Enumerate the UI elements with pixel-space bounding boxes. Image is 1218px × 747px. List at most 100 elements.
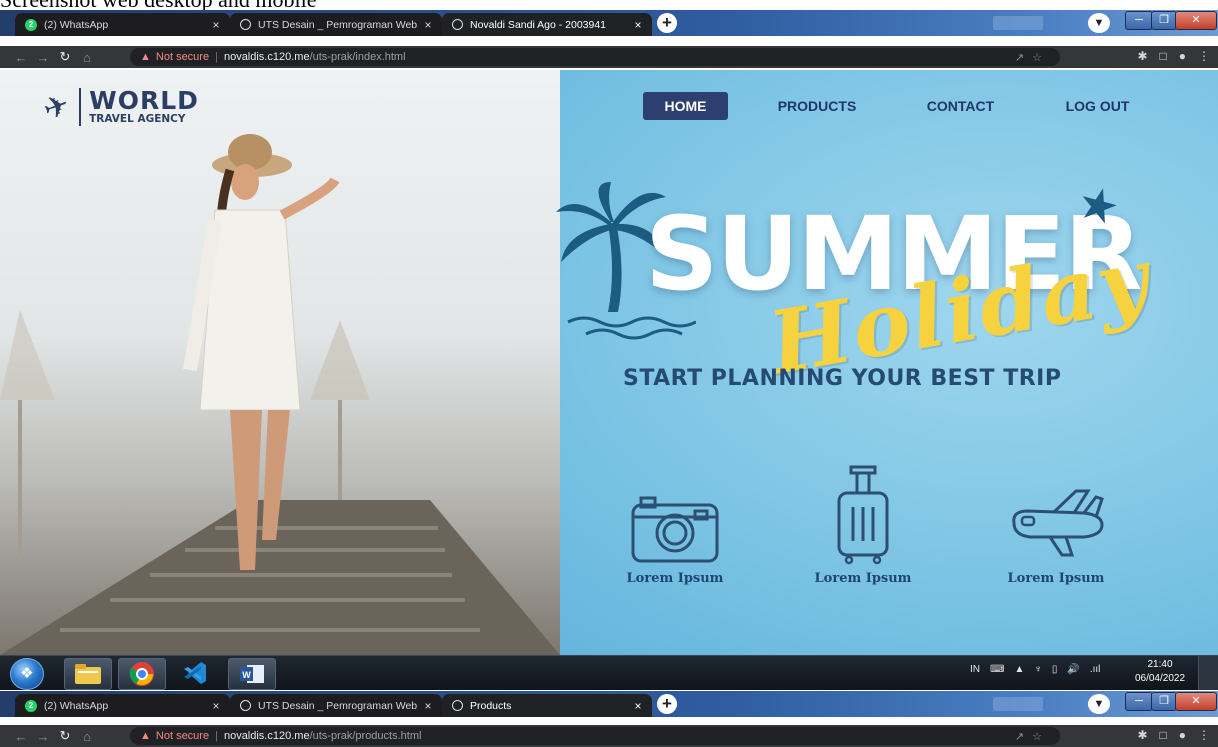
show-desktop-button[interactable]: [1198, 656, 1218, 690]
share-bookmark-icons[interactable]: ↗☆: [1015, 51, 1050, 64]
profile-chip[interactable]: [993, 697, 1043, 711]
new-tab-button[interactable]: +: [657, 13, 677, 33]
language-indicator[interactable]: IN: [970, 664, 980, 675]
clock-date: 06/04/2022: [1134, 673, 1186, 684]
feature-camera[interactable]: Lorem Ipsum: [605, 465, 745, 586]
reload-icon[interactable]: ↻: [54, 49, 76, 65]
beach-woman-illustration: [0, 134, 560, 655]
network-icon[interactable]: ♆: [1034, 664, 1042, 675]
file-explorer-icon[interactable]: [64, 658, 112, 690]
tab-label: (2) WhatsApp: [44, 18, 109, 31]
tab-whatsapp[interactable]: 2 (2) WhatsApp ×: [15, 13, 230, 36]
tab-uts-desain[interactable]: UTS Desain _ Pemrograman Web ×: [230, 13, 442, 36]
clock-time: 21:40: [1147, 659, 1173, 670]
hero-photo: [0, 70, 560, 655]
nav-home[interactable]: HOME: [643, 92, 728, 120]
tab-label: UTS Desain _ Pemrograman Web: [258, 18, 418, 31]
omnibox[interactable]: ▲ Not secure | novaldis.c120.me /uts-pra…: [130, 727, 1060, 745]
camera-icon: [631, 496, 719, 563]
url-host: novaldis.c120.me: [223, 51, 310, 63]
windows-taskbar: ❖ W IN ⌨ ▲ ♆ ▯ 🔊 .ııl 21:40 06/04/2022: [0, 655, 1218, 690]
volume-icon[interactable]: 🔊: [1067, 664, 1079, 675]
tab-products[interactable]: Products ×: [442, 694, 652, 717]
clock[interactable]: 21:40 06/04/2022: [1130, 658, 1190, 686]
vscode-icon[interactable]: [172, 658, 218, 688]
waves-icon: [567, 316, 696, 340]
share-bookmark-icons[interactable]: ↗☆: [1015, 730, 1050, 743]
logo-divider: [79, 88, 82, 126]
tab-label: Products: [470, 699, 512, 712]
start-button[interactable]: ❖: [10, 658, 44, 690]
tab-close-icon[interactable]: ×: [208, 18, 224, 32]
maximize-button[interactable]: ❐: [1151, 692, 1177, 711]
logo-main-text: WORLD: [89, 86, 199, 115]
forward-icon[interactable]: →: [32, 50, 54, 65]
tab-close-icon[interactable]: ×: [420, 699, 436, 713]
tab-close-icon[interactable]: ×: [630, 699, 646, 713]
menu-icon[interactable]: ⋮: [1198, 728, 1210, 742]
globe-icon: [452, 19, 463, 30]
tab-novaldi[interactable]: Novaldi Sandi Ago - 2003941 ×: [442, 13, 652, 36]
tab-close-icon[interactable]: ×: [420, 18, 436, 32]
puzzle-icon[interactable]: ✱: [1137, 49, 1147, 63]
forward-icon[interactable]: →: [32, 729, 54, 744]
signal-icon[interactable]: .ııl: [1090, 664, 1101, 675]
chrome-icon[interactable]: [118, 658, 166, 690]
nav-contact[interactable]: CONTACT: [918, 92, 1003, 120]
maximize-button[interactable]: ❐: [1151, 11, 1177, 30]
tagline: START PLANNING YOUR BEST TRIP: [623, 366, 1062, 391]
back-icon[interactable]: ←: [10, 729, 32, 744]
home-icon[interactable]: ⌂: [76, 729, 98, 744]
feature-label: Lorem Ipsum: [626, 571, 724, 586]
tab-label: UTS Desain _ Pemrograman Web: [258, 699, 418, 712]
web-page: ✈ WORLD TRAVEL AGENCY HOME PRODUCTS CONT…: [0, 70, 1218, 655]
extension-toolbar: ✱ □ ● ⋮: [1137, 49, 1210, 63]
globe-icon: [240, 19, 251, 30]
back-icon[interactable]: ←: [10, 50, 32, 65]
tab-label: (2) WhatsApp: [44, 699, 109, 712]
warning-icon: ▲: [140, 51, 151, 63]
whatsapp-icon: 2: [25, 699, 37, 712]
home-icon[interactable]: ⌂: [76, 50, 98, 65]
whatsapp-icon: 2: [25, 18, 37, 31]
sidepanel-icon[interactable]: □: [1160, 728, 1167, 742]
close-window-button[interactable]: ✕: [1175, 11, 1217, 30]
close-window-button[interactable]: ✕: [1175, 692, 1217, 711]
omnibox-separator: |: [215, 51, 218, 63]
tab-whatsapp[interactable]: 2 (2) WhatsApp ×: [15, 694, 230, 717]
url-path: /uts-prak/products.html: [309, 730, 422, 742]
nav-logout[interactable]: LOG OUT: [1055, 92, 1140, 120]
reload-icon[interactable]: ↻: [54, 728, 76, 744]
avatar[interactable]: ●: [1179, 728, 1186, 742]
address-toolbar-2: ← → ↻ ⌂ ▲ Not secure | novaldis.c120.me …: [0, 725, 1218, 747]
new-tab-button[interactable]: +: [657, 694, 677, 714]
sidepanel-icon[interactable]: □: [1160, 49, 1167, 63]
menu-icon[interactable]: ⋮: [1198, 49, 1210, 63]
minimize-button[interactable]: ─: [1125, 11, 1153, 30]
url-path: /uts-prak/index.html: [309, 51, 406, 63]
logo[interactable]: ✈ WORLD TRAVEL AGENCY: [39, 86, 199, 127]
svg-text:W: W: [242, 670, 251, 680]
logo-sub-text: TRAVEL AGENCY: [89, 113, 186, 125]
tab-label: Novaldi Sandi Ago - 2003941: [470, 18, 607, 31]
omnibox[interactable]: ▲ Not secure | novaldis.c120.me /uts-pra…: [130, 48, 1060, 66]
feature-airplane[interactable]: Lorem Ipsum: [986, 465, 1126, 586]
puzzle-icon[interactable]: ✱: [1137, 728, 1147, 742]
tab-search-icon[interactable]: ▼: [1088, 694, 1110, 714]
airplane-logo-icon: ✈: [39, 87, 75, 127]
tab-close-icon[interactable]: ×: [630, 18, 646, 32]
keyboard-icon[interactable]: ⌨: [990, 664, 1004, 675]
tray-expand-icon[interactable]: ▲: [1014, 664, 1024, 675]
tab-search-icon[interactable]: ▼: [1088, 13, 1110, 33]
extension-toolbar: ✱ □ ● ⋮: [1137, 728, 1210, 742]
tab-uts-desain[interactable]: UTS Desain _ Pemrograman Web ×: [230, 694, 442, 717]
avatar[interactable]: ●: [1179, 49, 1186, 63]
battery-icon[interactable]: ▯: [1052, 664, 1058, 675]
tab-close-icon[interactable]: ×: [208, 699, 224, 713]
address-toolbar: ← → ↻ ⌂ ▲ Not secure | novaldis.c120.me …: [0, 46, 1218, 68]
nav-products[interactable]: PRODUCTS: [772, 92, 862, 120]
minimize-button[interactable]: ─: [1125, 692, 1153, 711]
profile-chip[interactable]: [993, 16, 1043, 30]
feature-suitcase[interactable]: Lorem Ipsum: [793, 465, 933, 586]
word-icon[interactable]: W: [228, 658, 276, 690]
